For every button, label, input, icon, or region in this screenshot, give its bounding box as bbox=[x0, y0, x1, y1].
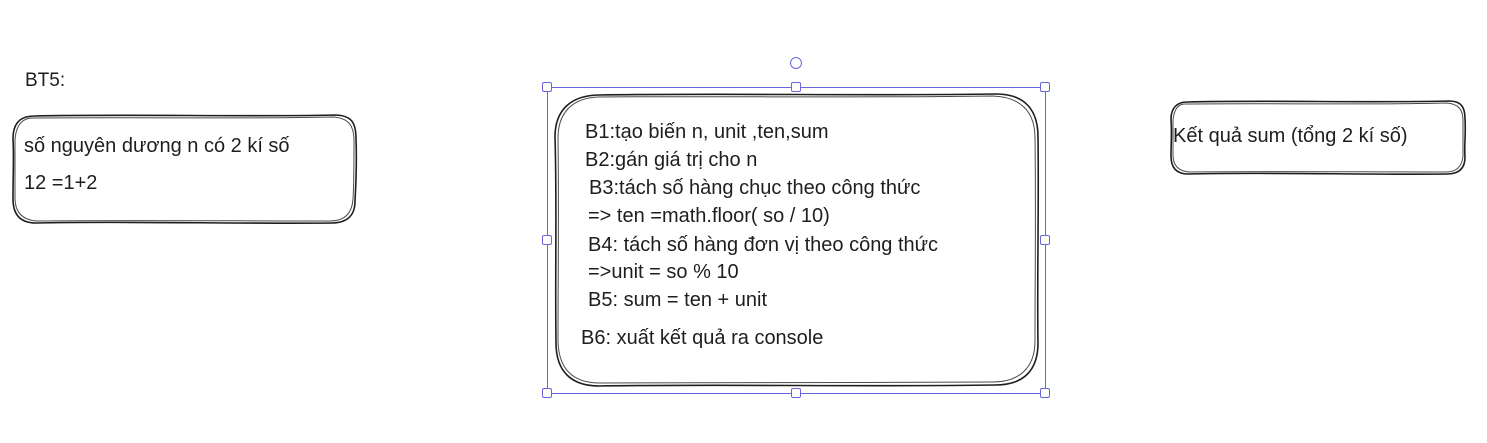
step-line-6: =>unit = so % 10 bbox=[588, 261, 739, 283]
step-line-8: B6: xuất kết quả ra console bbox=[581, 327, 824, 349]
resize-handle-right[interactable] bbox=[1040, 235, 1050, 245]
resize-handle-bottom-right[interactable] bbox=[1040, 388, 1050, 398]
drawing-canvas[interactable]: BT5: số nguyên dương n có 2 kí số 12 =1+… bbox=[0, 0, 1487, 443]
step-line-1: B1:tạo biến n, unit ,ten,sum bbox=[585, 121, 829, 143]
step-line-5: B4: tách số hàng đơn vị theo công thức bbox=[588, 234, 939, 256]
steps-box[interactable]: B1:tạo biến n, unit ,ten,sum B2:gán giá … bbox=[552, 91, 1041, 389]
resize-handle-top[interactable] bbox=[791, 82, 801, 92]
input-box-border bbox=[12, 114, 358, 225]
resize-handle-top-right[interactable] bbox=[1040, 82, 1050, 92]
step-line-7: B5: sum = ten + unit bbox=[588, 289, 767, 311]
step-line-4: => ten =math.floor( so / 10) bbox=[588, 205, 830, 227]
step-line-2: B2:gán giá trị cho n bbox=[585, 149, 758, 171]
resize-handle-left[interactable] bbox=[542, 235, 552, 245]
input-box[interactable]: số nguyên dương n có 2 kí số 12 =1+2 bbox=[11, 113, 358, 225]
resize-handle-bottom[interactable] bbox=[791, 388, 801, 398]
input-box-line-1: số nguyên dương n có 2 kí số bbox=[24, 135, 290, 157]
output-box-line-1: Kết quả sum (tổng 2 kí số) bbox=[1173, 125, 1408, 147]
rotate-handle[interactable] bbox=[790, 57, 802, 69]
resize-handle-bottom-left[interactable] bbox=[542, 388, 552, 398]
resize-handle-top-left[interactable] bbox=[542, 82, 552, 92]
output-box[interactable]: Kết quả sum (tổng 2 kí số) bbox=[1169, 99, 1467, 176]
input-box-line-2: 12 =1+2 bbox=[24, 172, 98, 194]
step-line-3: B3:tách số hàng chục theo công thức bbox=[589, 177, 921, 199]
heading-label[interactable]: BT5: bbox=[25, 70, 65, 93]
